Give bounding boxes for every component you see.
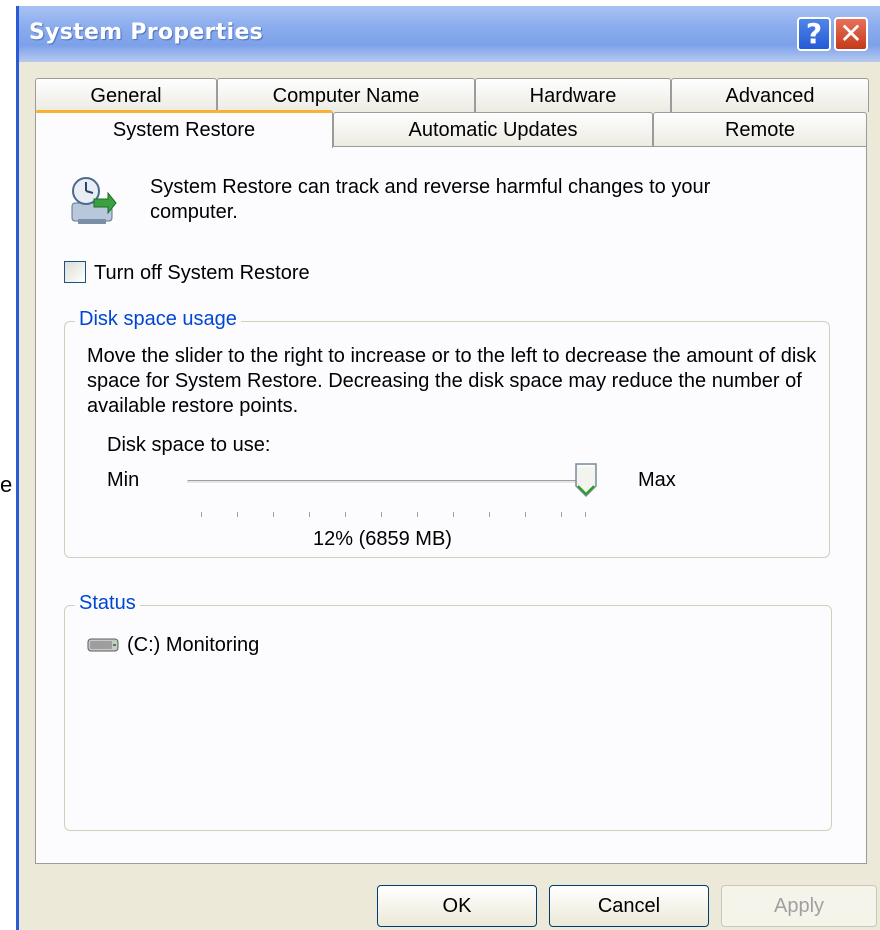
tab-remote[interactable]: Remote [653,112,867,146]
disk-space-value: 12% (6859 MB) [313,528,452,550]
tab-automatic-updates[interactable]: Automatic Updates [333,112,653,146]
apply-button[interactable]: Apply [721,885,877,927]
status-legend: Status [75,592,140,615]
tab-system-restore[interactable]: System Restore [35,110,333,148]
disk-space-usage-group: Disk space usage Move the slider to the … [64,308,830,558]
disk-space-usage-legend: Disk space usage [75,308,241,331]
system-restore-icon [64,173,120,234]
slider-max-label: Max [638,469,676,491]
slider-tick [381,512,382,517]
slider-tick [309,512,310,517]
background-text-fragment: e [0,472,13,497]
slider-tick [273,512,274,517]
tab-advanced[interactable]: Advanced [671,78,869,112]
turn-off-system-restore-checkbox[interactable] [64,261,86,283]
status-group: Status (C:) Monitoring [64,592,832,831]
slider-tick [585,512,586,517]
slider-tick-marks [187,512,607,526]
intro-description: System Restore can track and reverse har… [150,176,711,223]
slider-tick [237,512,238,517]
system-restore-panel: System Restore can track and reverse har… [35,146,867,864]
tab-general[interactable]: General [35,78,217,112]
window-title: System Properties [29,20,264,45]
disk-space-slider-track[interactable] [187,480,591,484]
cancel-button[interactable]: Cancel [549,885,709,927]
ok-button[interactable]: OK [377,885,537,927]
system-properties-window: System Properties ? ✕ General Computer N… [16,6,880,930]
drive-status-text[interactable]: (C:) Monitoring [127,634,259,657]
help-button[interactable]: ? [797,17,831,51]
slider-tick [417,512,418,517]
background-strip [0,0,16,930]
title-bar[interactable]: System Properties ? ✕ [19,6,880,62]
disk-space-slider-thumb[interactable] [573,462,599,503]
tab-hardware[interactable]: Hardware [475,78,671,112]
slider-min-label: Min [107,469,140,491]
close-button[interactable]: ✕ [834,17,868,51]
slider-tick [489,512,490,517]
turn-off-system-restore-label[interactable]: Turn off System Restore [94,262,310,285]
slider-tick [525,512,526,517]
slider-tick [561,512,562,517]
tab-computer-name[interactable]: Computer Name [217,78,475,112]
hard-drive-icon [87,638,119,657]
disk-space-to-use-label: Disk space to use: [107,434,271,456]
slider-tick [201,512,202,517]
slider-tick [345,512,346,517]
disk-space-description: Move the slider to the right to increase… [87,345,817,417]
slider-tick [453,512,454,517]
